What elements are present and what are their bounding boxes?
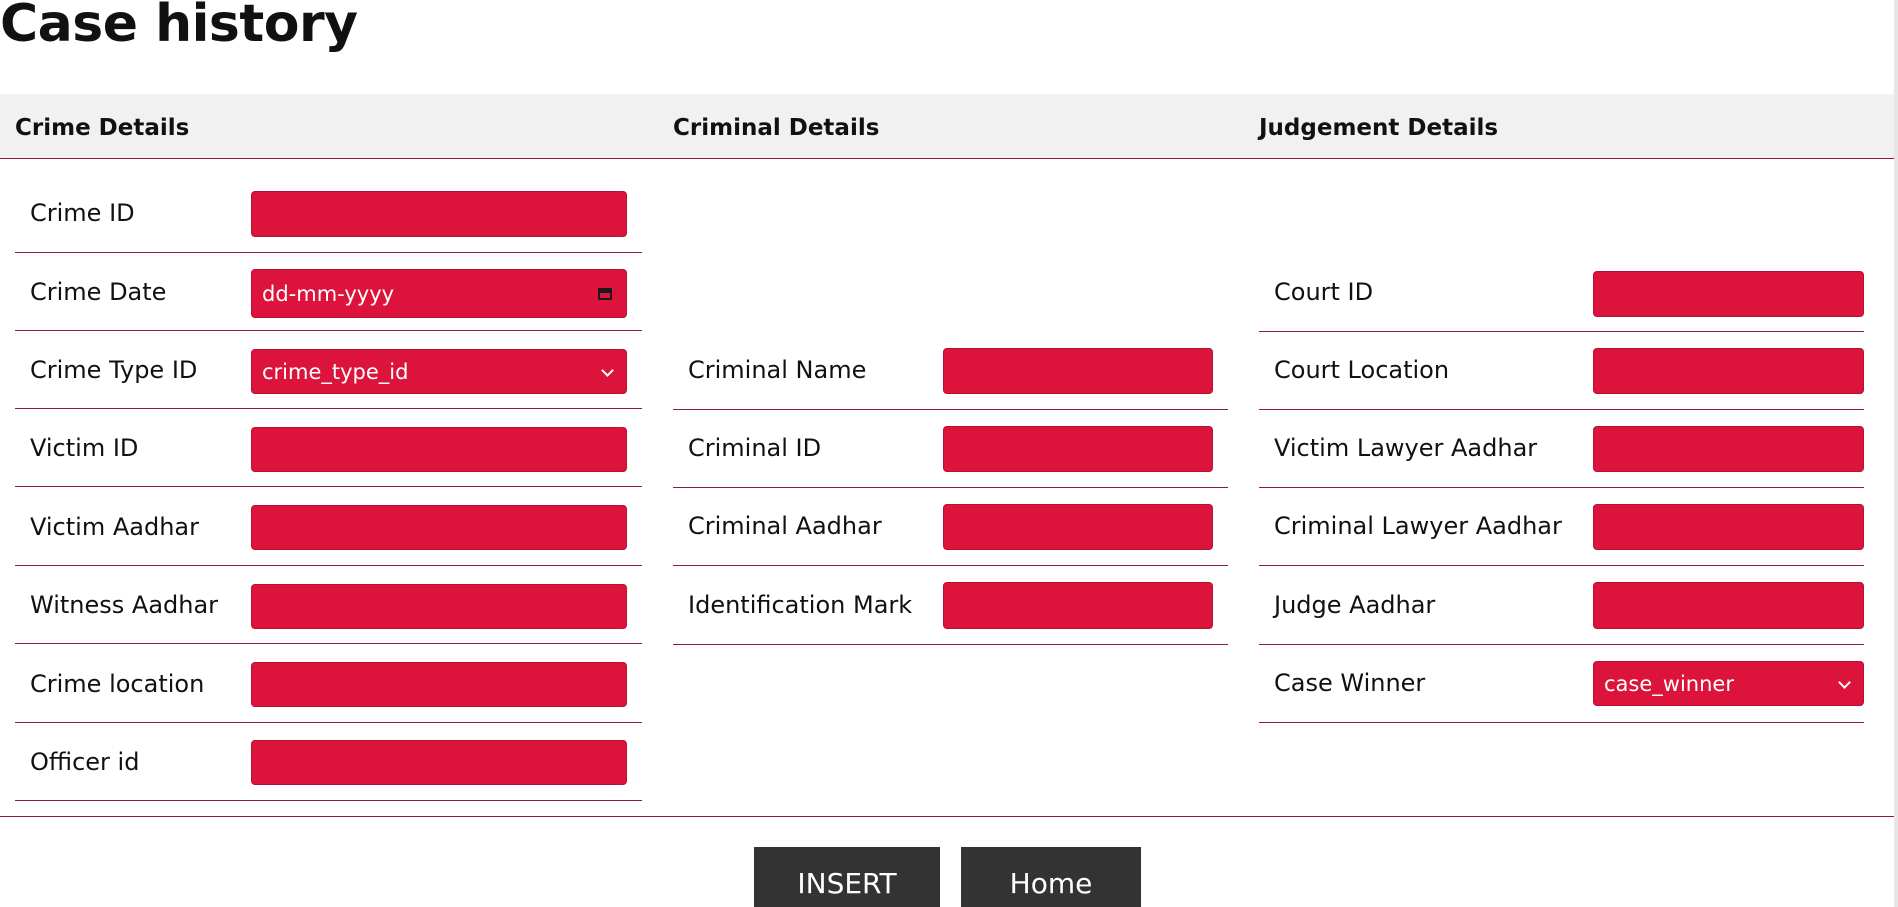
criminal-id-label: Criminal ID: [688, 434, 822, 462]
home-button[interactable]: Home: [961, 847, 1141, 907]
court-location-input[interactable]: [1593, 348, 1864, 394]
crime-date-placeholder: dd-mm-yyyy: [262, 281, 395, 306]
criminal-details-heading: Criminal Details: [673, 115, 880, 141]
vertical-scrollbar[interactable]: [1894, 0, 1898, 907]
victim-aadhar-label: Victim Aadhar: [30, 513, 199, 541]
identification-mark-input[interactable]: [943, 582, 1213, 629]
witness-aadhar-row: Witness Aadhar: [15, 566, 642, 644]
criminal-id-row: Criminal ID: [673, 410, 1228, 488]
criminal-name-input[interactable]: [943, 348, 1213, 394]
criminal-name-label: Criminal Name: [688, 356, 867, 384]
judge-aadhar-input[interactable]: [1593, 582, 1864, 629]
insert-button[interactable]: INSERT: [754, 847, 940, 907]
criminal-id-input[interactable]: [943, 426, 1213, 472]
crime-location-row: Crime location: [15, 644, 642, 723]
case-winner-row: Case Winner case_winner: [1259, 645, 1864, 723]
case-history-page: Case history Crime Details Criminal Deta…: [0, 0, 1898, 907]
victim-id-row: Victim ID: [15, 409, 642, 487]
victim-id-label: Victim ID: [30, 434, 139, 462]
case-winner-selected-value: case_winner: [1604, 671, 1734, 696]
court-id-input[interactable]: [1593, 271, 1864, 317]
identification-mark-row: Identification Mark: [673, 566, 1228, 645]
officer-id-row: Officer id: [15, 723, 642, 801]
criminal-name-row: Criminal Name: [673, 332, 1228, 410]
judge-aadhar-row: Judge Aadhar: [1259, 566, 1864, 645]
crime-type-id-selected-value: crime_type_id: [262, 359, 409, 384]
criminal-lawyer-aadhar-label: Criminal Lawyer Aadhar: [1274, 512, 1562, 540]
section-header-band: [0, 94, 1894, 159]
identification-mark-label: Identification Mark: [688, 591, 913, 619]
court-id-row: Court ID: [1259, 254, 1864, 332]
officer-id-label: Officer id: [30, 748, 140, 776]
victim-id-input[interactable]: [251, 427, 627, 472]
victim-lawyer-aadhar-label: Victim Lawyer Aadhar: [1274, 434, 1538, 462]
calendar-icon[interactable]: [598, 286, 614, 302]
crime-id-input[interactable]: [251, 191, 627, 237]
crime-date-label: Crime Date: [30, 278, 167, 306]
court-id-label: Court ID: [1274, 278, 1374, 306]
criminal-lawyer-aadhar-row: Criminal Lawyer Aadhar: [1259, 488, 1864, 566]
witness-aadhar-input[interactable]: [251, 584, 627, 629]
witness-aadhar-label: Witness Aadhar: [30, 591, 219, 619]
victim-aadhar-input[interactable]: [251, 505, 627, 550]
victim-aadhar-row: Victim Aadhar: [15, 487, 642, 566]
criminal-aadhar-label: Criminal Aadhar: [688, 512, 882, 540]
page-title: Case history: [0, 0, 358, 54]
crime-location-input[interactable]: [251, 662, 627, 707]
chevron-down-icon[interactable]: [600, 365, 614, 379]
judgement-details-heading: Judgement Details: [1259, 115, 1499, 141]
victim-lawyer-aadhar-input[interactable]: [1593, 426, 1864, 472]
case-winner-select[interactable]: case_winner: [1593, 661, 1864, 706]
crime-date-input[interactable]: dd-mm-yyyy: [251, 269, 627, 318]
judge-aadhar-label: Judge Aadhar: [1274, 591, 1436, 619]
crime-type-id-select[interactable]: crime_type_id: [251, 349, 627, 394]
criminal-lawyer-aadhar-input[interactable]: [1593, 504, 1864, 550]
officer-id-input[interactable]: [251, 740, 627, 785]
court-location-label: Court Location: [1274, 356, 1450, 384]
crime-location-label: Crime location: [30, 670, 205, 698]
criminal-aadhar-row: Criminal Aadhar: [673, 488, 1228, 566]
bottom-divider: [0, 816, 1894, 817]
crime-date-row: Crime Date dd-mm-yyyy: [15, 253, 642, 331]
criminal-aadhar-input[interactable]: [943, 504, 1213, 550]
crime-details-heading: Crime Details: [15, 115, 190, 141]
chevron-down-icon[interactable]: [1837, 677, 1851, 691]
court-location-row: Court Location: [1259, 332, 1864, 410]
crime-id-label: Crime ID: [30, 199, 135, 227]
victim-lawyer-aadhar-row: Victim Lawyer Aadhar: [1259, 410, 1864, 488]
crime-type-id-row: Crime Type ID crime_type_id: [15, 331, 642, 409]
case-winner-label: Case Winner: [1274, 669, 1426, 697]
crime-type-id-label: Crime Type ID: [30, 356, 198, 384]
crime-id-row: Crime ID: [15, 175, 642, 253]
